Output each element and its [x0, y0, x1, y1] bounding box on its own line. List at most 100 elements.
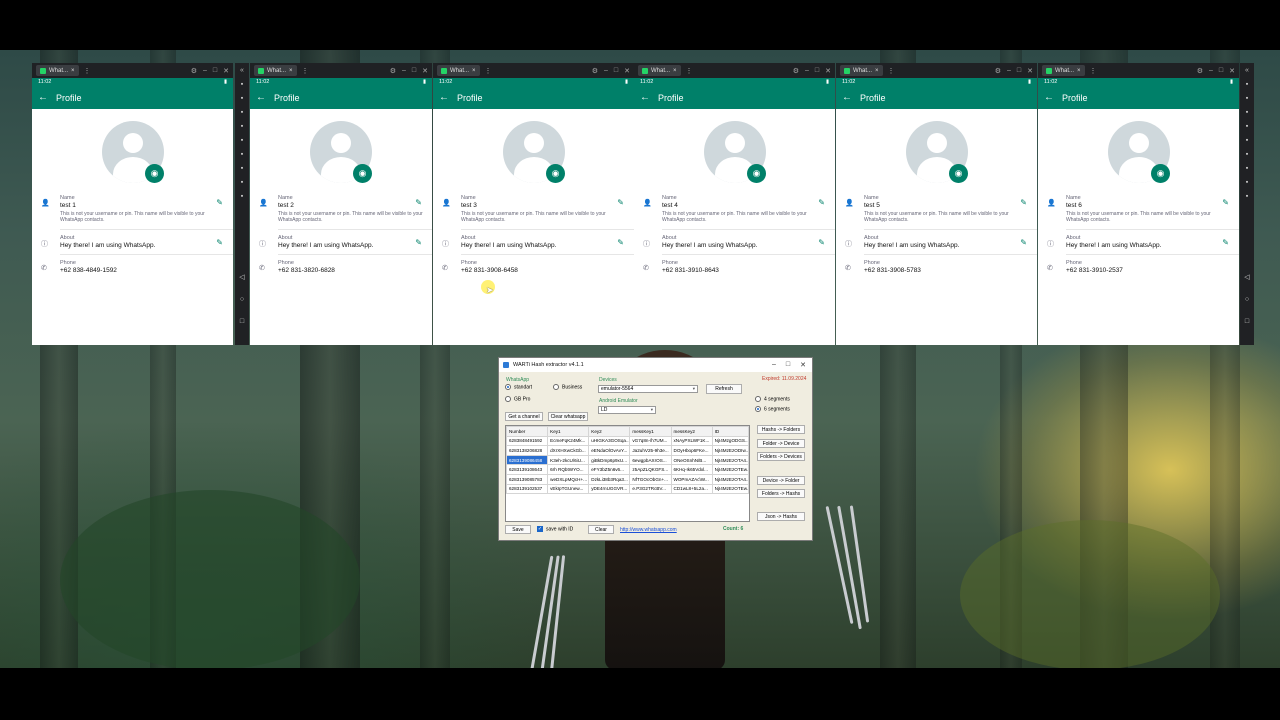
- restore-icon[interactable]: □: [614, 67, 618, 75]
- pencil-icon[interactable]: ✎: [415, 238, 422, 247]
- pencil-icon[interactable]: ✎: [216, 198, 223, 207]
- table-cell[interactable]: 6KHq-Ik65Vdxl...: [670, 464, 713, 475]
- save-button[interactable]: Save: [505, 525, 531, 534]
- restore-icon[interactable]: □: [1219, 67, 1223, 75]
- volume-down-icon[interactable]: ▪: [241, 123, 243, 130]
- restore-icon[interactable]: □: [815, 67, 819, 75]
- table-cell[interactable]: e.P3G2TRcBV...: [629, 483, 672, 495]
- close-tab-icon[interactable]: ×: [289, 68, 293, 74]
- menu-dots-icon[interactable]: ⋮: [302, 67, 309, 75]
- profile-photo[interactable]: ◉: [32, 109, 233, 195]
- emulator-select[interactable]: LD ▾: [598, 406, 656, 414]
- minimize-icon[interactable]: –: [203, 67, 207, 75]
- camera-icon[interactable]: ◉: [1151, 164, 1170, 183]
- column-header[interactable]: ID: [711, 426, 749, 437]
- profile-photo[interactable]: ◉: [836, 109, 1037, 195]
- gear-icon[interactable]: ▪: [241, 165, 243, 172]
- screenshot-icon[interactable]: ▪: [1246, 137, 1248, 144]
- arrow-left-icon[interactable]: ←: [1044, 92, 1054, 103]
- table-cell[interactable]: xNAyPXLWF1K...: [670, 435, 713, 447]
- volume-up-icon[interactable]: ▪: [241, 109, 243, 116]
- hash-table[interactable]: Number Key1 Key2 messKey1 messKey2 ID 6283848…: [505, 425, 750, 522]
- table-cell[interactable]: NjI4MzEzOTA4...: [711, 473, 749, 485]
- side-toolbar-top[interactable]: «: [1240, 63, 1254, 78]
- arrow-left-icon[interactable]: ←: [640, 92, 650, 103]
- pencil-icon[interactable]: ✎: [216, 238, 223, 247]
- power-icon[interactable]: ▪: [241, 81, 243, 88]
- pencil-icon[interactable]: ✎: [415, 198, 422, 207]
- radio-standart[interactable]: standart: [505, 384, 532, 390]
- emulator-tab[interactable]: What... ×: [437, 65, 480, 76]
- arrow-left-icon[interactable]: ←: [38, 92, 48, 103]
- table-row[interactable]: 6283139085783 weDXLpMQcH+... DzkLi38b3Rqa3…: [506, 473, 749, 485]
- minimize-icon[interactable]: –: [1007, 67, 1011, 75]
- table-cell[interactable]: eENdaOlOvAvY...: [588, 445, 631, 456]
- arrow-left-icon[interactable]: ←: [256, 92, 266, 103]
- table-cell[interactable]: NjI4MzEzOTEw...: [711, 483, 749, 495]
- minimize-icon[interactable]: –: [805, 67, 809, 75]
- maximize-icon[interactable]: □: [786, 361, 790, 369]
- table-cell[interactable]: vEkIpTGUnew...: [547, 483, 590, 495]
- name-field[interactable]: 👤 Name test 3 This is not your username …: [433, 195, 634, 224]
- radio-4-segments[interactable]: 4 segments: [755, 396, 790, 402]
- close-icon[interactable]: ✕: [624, 67, 630, 75]
- rotate-icon[interactable]: ▪: [241, 151, 243, 158]
- pencil-icon[interactable]: ✎: [818, 198, 825, 207]
- close-icon[interactable]: ✕: [825, 67, 831, 75]
- table-row[interactable]: 6283139108643 6rh RQbtWYO... eFY3bZ5n6v6..…: [506, 464, 749, 475]
- folders-to-hashs-button[interactable]: Folders -> Hashs: [757, 489, 805, 498]
- restore-icon[interactable]: □: [1017, 67, 1021, 75]
- pencil-icon[interactable]: ✎: [818, 238, 825, 247]
- menu-dots-icon[interactable]: ⋮: [888, 67, 895, 75]
- volume-up-icon[interactable]: ▪: [1246, 109, 1248, 116]
- about-field[interactable]: ⓘ About Hey there! I am using WhatsApp. …: [1038, 235, 1239, 249]
- table-cell[interactable]: NjI4MzEzOTA4...: [711, 454, 749, 466]
- pencil-icon[interactable]: ✎: [1222, 198, 1229, 207]
- menu-dots-icon[interactable]: ⋮: [686, 67, 693, 75]
- profile-photo[interactable]: ◉: [433, 109, 634, 195]
- name-field[interactable]: 👤 Name test 4 This is not your username …: [634, 195, 835, 224]
- name-field[interactable]: 👤 Name test 1 This is not your username …: [32, 195, 233, 224]
- table-cell[interactable]: K3eh-2kcU/6iU...: [547, 454, 590, 466]
- column-header[interactable]: Key2: [588, 426, 631, 437]
- close-tab-icon[interactable]: ×: [1077, 68, 1081, 74]
- close-icon[interactable]: ✕: [422, 67, 428, 75]
- emulator-tab[interactable]: What... ×: [36, 65, 79, 76]
- whatsapp-link[interactable]: http://www.whatsapp.com: [620, 527, 677, 533]
- table-cell[interactable]: eFY3bZ5n6v6...: [588, 464, 631, 475]
- about-field[interactable]: ⓘ About Hey there! I am using WhatsApp. …: [433, 235, 634, 249]
- folder-to-device-button[interactable]: Folder -> Device: [757, 439, 805, 448]
- device-to-folder-button[interactable]: Device -> Folder: [757, 476, 805, 485]
- emulator-tab[interactable]: What... ×: [840, 65, 883, 76]
- close-icon[interactable]: ✕: [223, 67, 229, 75]
- table-cell[interactable]: WOPmAZAc\W...: [670, 473, 713, 485]
- camera-icon[interactable]: ◉: [353, 164, 372, 183]
- table-row[interactable]: 6283138206828 dXrXHXwCkGb... eENdaOlOvAvY.…: [506, 445, 749, 456]
- minimize-icon[interactable]: –: [1209, 67, 1213, 75]
- radio-gb-pro[interactable]: GB Pro: [505, 396, 530, 402]
- table-cell[interactable]: NjI4MzEzODIw...: [711, 445, 749, 456]
- table-cell[interactable]: dXrXHXwCkGb...: [547, 445, 590, 456]
- table-row[interactable]: 6283139086458 K3eh-2kcU/6iU... giBkDmp6p9x…: [506, 454, 749, 466]
- table-cell[interactable]: 6283139085783: [506, 473, 549, 485]
- menu-icon[interactable]: ▪: [241, 193, 243, 200]
- name-field[interactable]: 👤 Name test 2 This is not your username …: [250, 195, 432, 224]
- table-cell[interactable]: 6283139108643: [506, 464, 549, 475]
- table-cell[interactable]: NfTGOcObGn+...: [629, 473, 672, 485]
- menu-icon[interactable]: ▪: [1246, 193, 1248, 200]
- pencil-icon[interactable]: ✎: [617, 238, 624, 247]
- table-cell[interactable]: CD1wL8+5L2a...: [670, 483, 713, 495]
- camera-icon[interactable]: ◉: [546, 164, 565, 183]
- get-channel-button[interactable]: Get a channel: [505, 412, 543, 421]
- keyboard-icon[interactable]: ▪: [241, 95, 243, 102]
- close-tab-icon[interactable]: ×: [472, 68, 476, 74]
- settings-icon[interactable]: ⚙: [793, 67, 799, 75]
- camera-icon[interactable]: ◉: [949, 164, 968, 183]
- settings-icon[interactable]: ⚙: [390, 67, 396, 75]
- table-row[interactable]: 6283139102537 vEkIpTGUnew... yDE4rnUGGVR..…: [506, 483, 749, 495]
- table-cell[interactable]: 6283139086458: [506, 454, 549, 466]
- arrow-left-icon[interactable]: ←: [842, 92, 852, 103]
- table-cell[interactable]: NjI4MzEzOTEw...: [711, 464, 749, 475]
- settings-icon[interactable]: ⚙: [592, 67, 598, 75]
- profile-photo[interactable]: ◉: [250, 109, 432, 195]
